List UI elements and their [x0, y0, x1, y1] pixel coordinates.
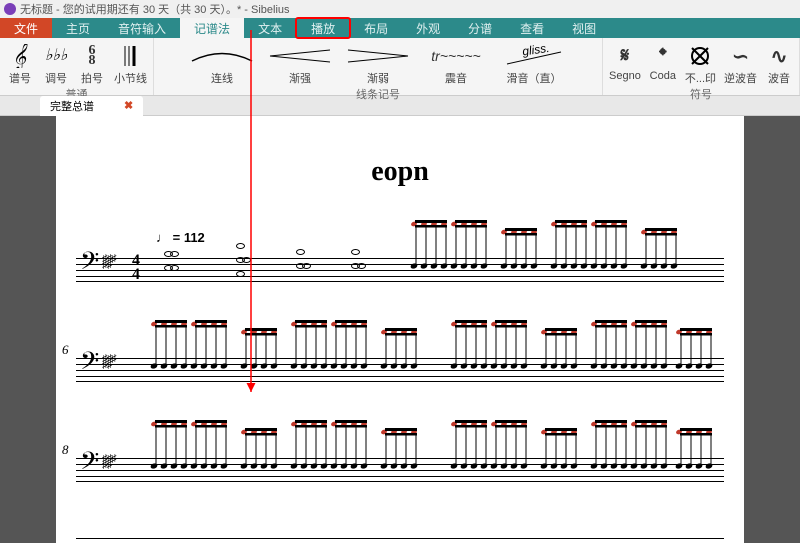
- app-icon: [4, 3, 16, 15]
- ribbon-mordent[interactable]: ∿ 波音: [765, 44, 793, 86]
- title-text: 无标题 - 您的试用期还有 30 天（共 30 天）。* - Sibelius: [20, 1, 290, 17]
- system-3: 8 𝄢 ♯♯♯♯♯: [76, 418, 724, 498]
- document-tabbar: 完整总谱 ✖: [0, 96, 800, 116]
- svg-text:♭♭♭: ♭♭♭: [45, 47, 67, 64]
- ribbon-gliss[interactable]: gliss. 滑音（直）: [499, 44, 569, 86]
- ribbon-dim[interactable]: 渐弱: [343, 44, 413, 86]
- menu-play[interactable]: 播放: [295, 17, 351, 39]
- trill-icon: tr~~~~~: [421, 44, 491, 68]
- ribbon-noprint[interactable]: 不...印: [685, 44, 716, 86]
- ribbon: 𝄞 谱号 ♭♭♭ 调号 68 拍号 小节线 普通 连线: [0, 38, 800, 96]
- menu-notations[interactable]: 记谱法: [180, 18, 244, 38]
- menu-parts[interactable]: 分谱: [454, 18, 506, 38]
- key-icon: ♭♭♭: [45, 44, 67, 68]
- dim-icon: [343, 44, 413, 68]
- bar-number: 8: [62, 442, 69, 458]
- title-bar: 无标题 - 您的试用期还有 30 天（共 30 天）。* - Sibelius: [0, 0, 800, 18]
- menu-file[interactable]: 文件: [0, 18, 52, 38]
- cresc-icon: [265, 44, 335, 68]
- group-label-lines: 线条记号: [356, 86, 400, 104]
- menu-review[interactable]: 查看: [506, 18, 558, 38]
- turn-icon: ∽: [732, 44, 749, 68]
- system-2: 6 𝄢 ♯♯♯♯♯: [76, 318, 724, 398]
- document-tab[interactable]: 完整总谱 ✖: [40, 96, 143, 116]
- group-label-symbols: 符号: [690, 86, 712, 104]
- menu-view[interactable]: 视图: [558, 18, 610, 38]
- staff: [76, 538, 724, 543]
- ribbon-group-common: 𝄞 谱号 ♭♭♭ 调号 68 拍号 小节线 普通: [0, 38, 154, 95]
- key-signature: ♯♯♯♯♯: [102, 356, 116, 368]
- barline-icon: [121, 44, 141, 68]
- key-signature: ♯♯♯♯♯: [102, 256, 116, 268]
- document-tab-title: 完整总谱: [50, 98, 94, 114]
- close-icon[interactable]: ✖: [124, 99, 133, 112]
- ribbon-key[interactable]: ♭♭♭ 调号: [42, 44, 70, 86]
- ribbon-turn[interactable]: ∽ 逆波音: [724, 44, 757, 86]
- noprint-icon: [689, 44, 711, 68]
- slur-icon: [187, 44, 257, 68]
- bass-clef-icon: 𝄢: [80, 448, 99, 482]
- score-page[interactable]: eopn ♩ = 112 𝄢 ♯♯♯♯♯ 44: [56, 116, 744, 543]
- system-1: ♩ = 112 𝄢 ♯♯♯♯♯ 44: [76, 218, 724, 298]
- menu-note-input[interactable]: 音符输入: [104, 18, 180, 38]
- gliss-icon: gliss.: [499, 44, 569, 68]
- coda-icon: 𝄌: [659, 44, 666, 68]
- ribbon-group-symbols: 𝄋 Segno 𝄌 Coda 不...印 ∽ 逆波音 ∿ 波音 符号: [603, 38, 800, 95]
- ribbon-trill[interactable]: tr~~~~~ 震音: [421, 44, 491, 86]
- score-title: eopn: [76, 156, 724, 188]
- left-margin: [0, 116, 56, 543]
- key-signature: ♯♯♯♯♯: [102, 456, 116, 468]
- svg-text:gliss.: gliss.: [521, 44, 550, 59]
- menu-home[interactable]: 主页: [52, 18, 104, 38]
- ribbon-time[interactable]: 68 拍号: [78, 44, 106, 86]
- segno-icon: 𝄋: [621, 44, 630, 68]
- bass-clef-icon: 𝄢: [80, 348, 99, 382]
- ribbon-barline[interactable]: 小节线: [114, 44, 147, 86]
- bass-clef-icon: 𝄢: [80, 248, 99, 282]
- ribbon-segno[interactable]: 𝄋 Segno: [609, 44, 641, 82]
- system-4: 10: [76, 518, 724, 543]
- ribbon-clef[interactable]: 𝄞 谱号: [6, 44, 34, 86]
- bar-number: 6: [62, 342, 69, 358]
- menu-bar: 文件 主页 音符输入 记谱法 文本 播放 布局 外观 分谱 查看 视图: [0, 18, 800, 38]
- menu-appearance[interactable]: 外观: [402, 18, 454, 38]
- ribbon-slur[interactable]: 连线: [187, 44, 257, 86]
- menu-layout[interactable]: 布局: [350, 18, 402, 38]
- ribbon-group-lines: 连线 渐强 渐弱 tr~~~~~ 震音 gliss. 滑音（直） 线条记号: [154, 38, 603, 95]
- ribbon-coda[interactable]: 𝄌 Coda: [649, 44, 677, 82]
- ribbon-cresc[interactable]: 渐强: [265, 44, 335, 86]
- mordent-icon: ∿: [771, 44, 788, 68]
- score-canvas[interactable]: eopn ♩ = 112 𝄢 ♯♯♯♯♯ 44: [0, 116, 800, 543]
- menu-text[interactable]: 文本: [244, 18, 296, 38]
- svg-text:𝄞: 𝄞: [12, 44, 28, 68]
- right-margin: [744, 116, 800, 543]
- clef-icon: 𝄞: [10, 44, 30, 68]
- time-icon: 68: [89, 44, 96, 68]
